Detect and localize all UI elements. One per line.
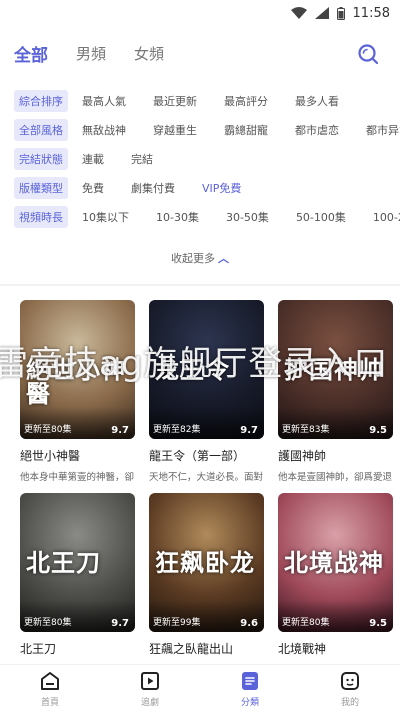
filter-option[interactable]: 連載 (82, 151, 104, 167)
status-bar: 11:58 (0, 0, 400, 26)
rating-score: 9.6 (240, 618, 258, 629)
card-description: 他本是壹國神帥，卻爲愛退... (278, 472, 393, 483)
nav-category-label: 分類 (240, 697, 259, 708)
card-title[interactable]: 護國神帥 (278, 447, 393, 464)
poster-image[interactable]: 护国神帅更新至83集 9.5 (278, 300, 393, 439)
chevron-up-icon: ︿ (218, 252, 229, 265)
profile-icon (341, 671, 359, 690)
filter-option[interactable]: 都市虐恋 (295, 122, 339, 138)
episode-count: 更新至80集 (24, 425, 72, 435)
filter-key-chip[interactable]: 綜合排序 (14, 89, 68, 112)
filter-option[interactable]: 都市异能 (366, 122, 400, 138)
nav-home[interactable]: 首頁 (0, 665, 100, 712)
filter-option[interactable]: 免費 (82, 180, 104, 196)
filter-option[interactable]: 完結 (131, 151, 153, 167)
episode-count: 更新至80集 (24, 618, 72, 628)
drama-card[interactable]: 龙王令更新至82集 9.7 龍王令（第一部） 天地不仁，大道必長。面對... (149, 300, 264, 483)
rating-score: 9.7 (240, 425, 258, 436)
filter-key-chip[interactable]: 視頻時長 (14, 205, 68, 228)
collapse-label: 收起更多 (171, 252, 215, 265)
nav-follow[interactable]: 追劇 (100, 665, 200, 712)
nav-profile[interactable]: 我的 (300, 665, 400, 712)
poster-title-art: 北境战神 (284, 548, 384, 577)
collapse-more-button[interactable]: 收起更多 ︿ (0, 250, 400, 266)
drama-card[interactable]: 狂飙卧龙更新至99集9.6狂飆之臥龍出山退隐多年的他... (149, 493, 264, 676)
poster-title-art: 龙王令 (155, 355, 230, 384)
episode-count: 更新至99集 (153, 618, 201, 628)
filter-option[interactable]: 30-50集 (226, 209, 269, 225)
search-icon[interactable] (356, 42, 380, 66)
play-icon (141, 671, 159, 690)
rating-score: 9.5 (369, 618, 387, 629)
rating-score: 9.7 (111, 618, 129, 629)
card-title[interactable]: 龍王令（第一部） (149, 447, 264, 464)
filter-row: 版權類型 免費 劇集付費 VIP免費 (14, 173, 400, 202)
filter-row: 全部風格無敌战神 穿越重生 霸總甜寵 都市虐恋 都市异能 (14, 115, 400, 144)
card-title[interactable]: 北境戰神 (278, 640, 393, 657)
signal-icon (314, 7, 329, 19)
poster-image[interactable]: 狂飙卧龙更新至99集 9.6 (149, 493, 264, 632)
filter-option[interactable]: VIP免費 (202, 180, 241, 196)
top-tabs: 全部 男頻 女頻 (14, 36, 386, 70)
wifi-icon (290, 7, 307, 19)
nav-category[interactable]: 分類 (200, 665, 300, 712)
tab-all[interactable]: 全部 (14, 41, 48, 66)
filter-option[interactable]: 最高評分 (224, 93, 268, 109)
card-title[interactable]: 絕世小神醫 (20, 447, 135, 464)
filter-option[interactable]: 10集以下 (82, 209, 129, 225)
nav-home-label: 首頁 (40, 697, 59, 708)
filter-key-chip[interactable]: 全部風格 (14, 118, 68, 141)
tab-male[interactable]: 男頻 (76, 43, 106, 64)
battery-icon (336, 6, 345, 20)
drama-card[interactable]: 北境战神更新至80集9.5北境戰神北境之主... (278, 493, 393, 676)
drama-card[interactable]: 护国神帅更新至83集 9.5 護國神帥他本是壹國神帥，卻爲愛退... (278, 300, 393, 483)
filter-row: 綜合排序 最高人氣 最近更新 最高評分 最多人看 (14, 86, 400, 115)
filter-option[interactable]: 50-100集 (296, 209, 346, 225)
nav-follow-label: 追劇 (140, 697, 159, 708)
episode-count: 更新至80集 (282, 618, 330, 628)
filter-option[interactable]: 穿越重生 (153, 122, 197, 138)
card-title[interactable]: 北王刀 (20, 640, 135, 657)
poster-title-art: 护国神帅 (284, 355, 384, 384)
filter-option[interactable]: 無敌战神 (82, 122, 126, 138)
rating-score: 9.5 (369, 425, 387, 436)
filter-panel: 綜合排序 最高人氣 最近更新 最高評分 最多人看全部風格 無敌战神 穿越重生 霸總甜寵 都市虐恋… (14, 86, 400, 231)
poster-title-art: 狂飙卧龙 (155, 548, 255, 577)
card-description: 天地不仁，大道必長。面對... (149, 472, 264, 483)
poster-image[interactable]: 北王刀更新至80集 9.7 (20, 493, 135, 632)
nav-profile-label: 我的 (340, 697, 359, 708)
filter-key-chip[interactable]: 版權類型 (14, 176, 68, 199)
card-title[interactable]: 狂飆之臥龍出山 (149, 640, 264, 657)
bottom-nav: 首頁 追劇 分類 我的 (0, 664, 400, 712)
drama-card[interactable]: 北王刀更新至80集9.7北王刀他本是一代天骄... (20, 493, 135, 676)
home-icon (41, 671, 59, 690)
divider (0, 284, 400, 286)
category-icon (242, 671, 258, 690)
filter-row: 視頻時長 10集以下 10-30集 30-50集 50-100集 100-200集 (14, 202, 400, 231)
poster-title-art: 絕世小神醫 (26, 355, 126, 408)
episode-count: 更新至83集 (282, 425, 330, 435)
filter-option[interactable]: 10-30集 (156, 209, 199, 225)
filter-key-chip[interactable]: 完結狀態 (14, 147, 68, 170)
filter-option[interactable]: 最高人氣 (82, 93, 126, 109)
filter-option[interactable]: 霸總甜寵 (224, 122, 268, 138)
card-description: 他本身中華第壹的神醫，卻... (20, 472, 135, 483)
filter-option[interactable]: 100-200集 (373, 209, 400, 225)
poster-image[interactable]: 北境战神更新至80集 9.5 (278, 493, 393, 632)
drama-card[interactable]: 絕世小神醫 更新至80集 9.7 絕世小神醫 他本身中華第壹的神醫，卻... (20, 300, 135, 483)
tab-female[interactable]: 女頻 (134, 43, 164, 64)
clock: 11:58 (352, 5, 390, 21)
poster-title-art: 北王刀 (26, 548, 101, 577)
poster-image[interactable]: 絕世小神醫更新至80集 9.7 (20, 300, 135, 439)
poster-image[interactable]: 龙王令更新至82集 9.7 (149, 300, 264, 439)
rating-score: 9.7 (111, 425, 129, 436)
filter-option[interactable]: 劇集付費 (131, 180, 175, 196)
filter-option[interactable]: 最多人看 (295, 93, 339, 109)
filter-option[interactable]: 最近更新 (153, 93, 197, 109)
episode-count: 更新至82集 (153, 425, 201, 435)
filter-row: 完結狀態 連載 完結 (14, 144, 400, 173)
